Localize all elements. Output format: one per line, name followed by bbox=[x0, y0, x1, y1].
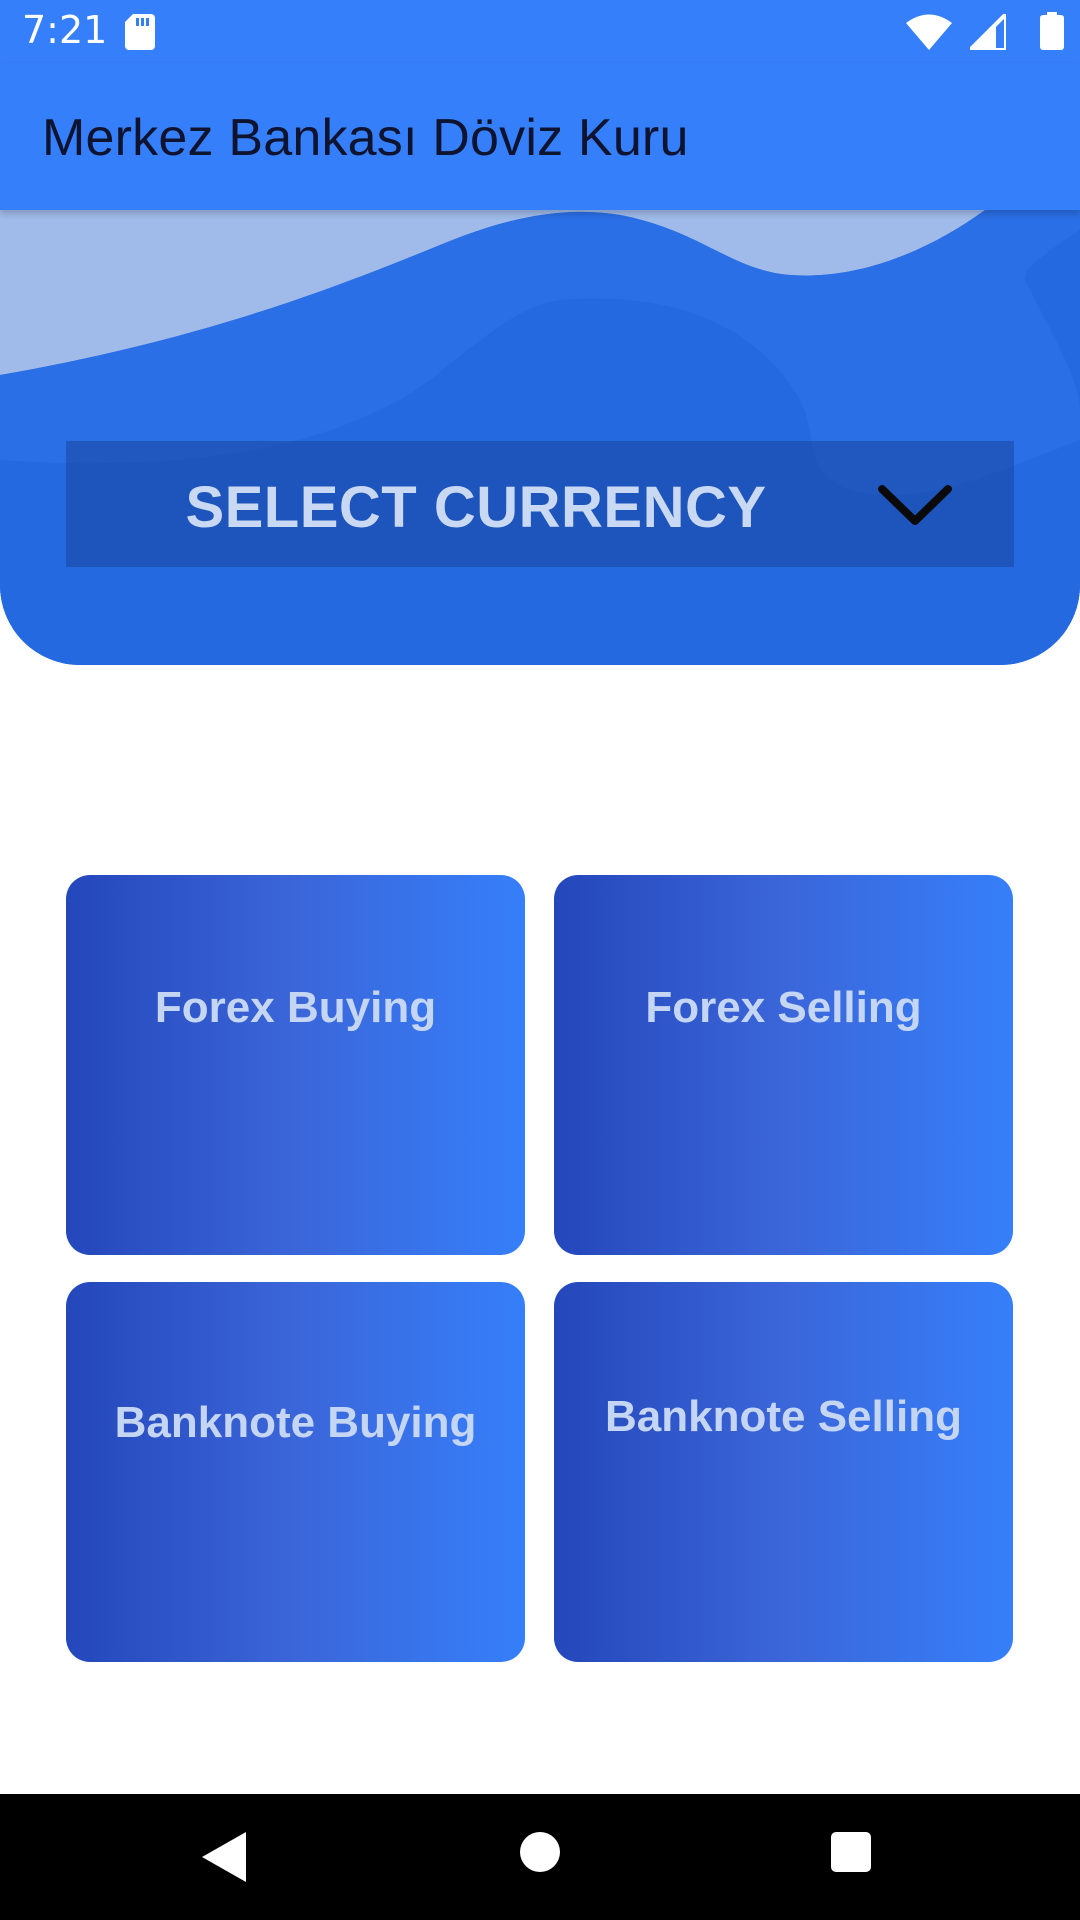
chevron-down-icon bbox=[878, 485, 952, 525]
forex-buying-tile[interactable]: Forex Buying bbox=[66, 875, 525, 1255]
app-bar: Merkez Bankası Döviz Kuru bbox=[0, 63, 1080, 210]
recents-icon[interactable] bbox=[831, 1832, 871, 1872]
sd-card-icon bbox=[125, 14, 155, 50]
home-icon[interactable] bbox=[520, 1832, 560, 1872]
system-navigation-bar bbox=[0, 1794, 1080, 1920]
tile-label: Banknote Selling bbox=[605, 1392, 962, 1441]
status-icons bbox=[864, 12, 1064, 52]
wifi-icon bbox=[906, 14, 952, 50]
banknote-selling-tile[interactable]: Banknote Selling bbox=[554, 1282, 1013, 1662]
battery-icon bbox=[1040, 12, 1064, 50]
forex-selling-tile[interactable]: Forex Selling bbox=[554, 875, 1013, 1255]
tile-label: Forex Selling bbox=[645, 983, 922, 1032]
back-icon[interactable] bbox=[202, 1832, 248, 1882]
app-title: Merkez Bankası Döviz Kuru bbox=[42, 109, 689, 167]
app-screen: 7:21 Merkez Bankası Döviz Kuru SELECT CU… bbox=[0, 0, 1080, 1920]
banknote-buying-tile[interactable]: Banknote Buying bbox=[66, 1282, 525, 1662]
status-time: 7:21 bbox=[22, 8, 108, 52]
currency-select-label: SELECT CURRENCY bbox=[185, 475, 767, 540]
wave-decoration bbox=[0, 210, 1080, 665]
status-bar: 7:21 bbox=[0, 0, 1080, 63]
tile-label: Forex Buying bbox=[154, 983, 437, 1032]
signal-icon bbox=[970, 14, 1006, 50]
currency-select-dropdown[interactable]: SELECT CURRENCY bbox=[66, 441, 1014, 567]
tile-label: Banknote Buying bbox=[114, 1398, 477, 1447]
header-background: SELECT CURRENCY bbox=[0, 210, 1080, 665]
